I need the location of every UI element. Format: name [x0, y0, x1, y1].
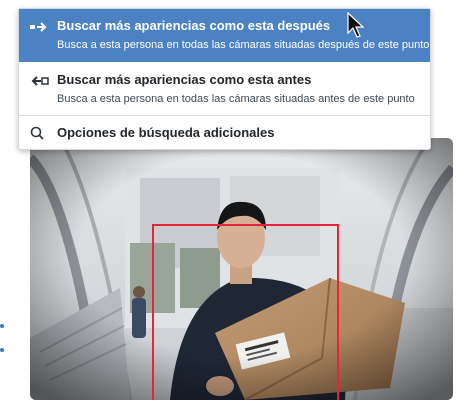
menu-item-title: Buscar más apariencias como esta después: [57, 18, 331, 33]
camera-scene: [30, 138, 453, 400]
menu-item-search-before[interactable]: Buscar más apariencias como esta antes B…: [19, 64, 430, 114]
menu-item-title: Buscar más apariencias como esta antes: [57, 72, 312, 87]
mouse-cursor-icon: [347, 12, 365, 38]
search-icon: [30, 126, 44, 140]
camera-view[interactable]: [30, 138, 453, 400]
edge-indicator: [0, 312, 6, 362]
arrow-left-icon: [31, 76, 49, 86]
arrow-right-icon: [30, 22, 47, 32]
menu-item-subtitle: Busca a esta persona en todas las cámara…: [57, 93, 415, 105]
appearance-search-menu: Buscar más apariencias como esta después…: [18, 8, 431, 150]
menu-item-search-after[interactable]: Buscar más apariencias como esta después…: [19, 9, 430, 62]
menu-item-title: Opciones de búsqueda adicionales: [57, 125, 275, 140]
menu-item-subtitle: Busca a esta persona en todas las cámara…: [57, 39, 430, 51]
menu-item-additional-search-options[interactable]: Opciones de búsqueda adicionales: [19, 116, 430, 150]
